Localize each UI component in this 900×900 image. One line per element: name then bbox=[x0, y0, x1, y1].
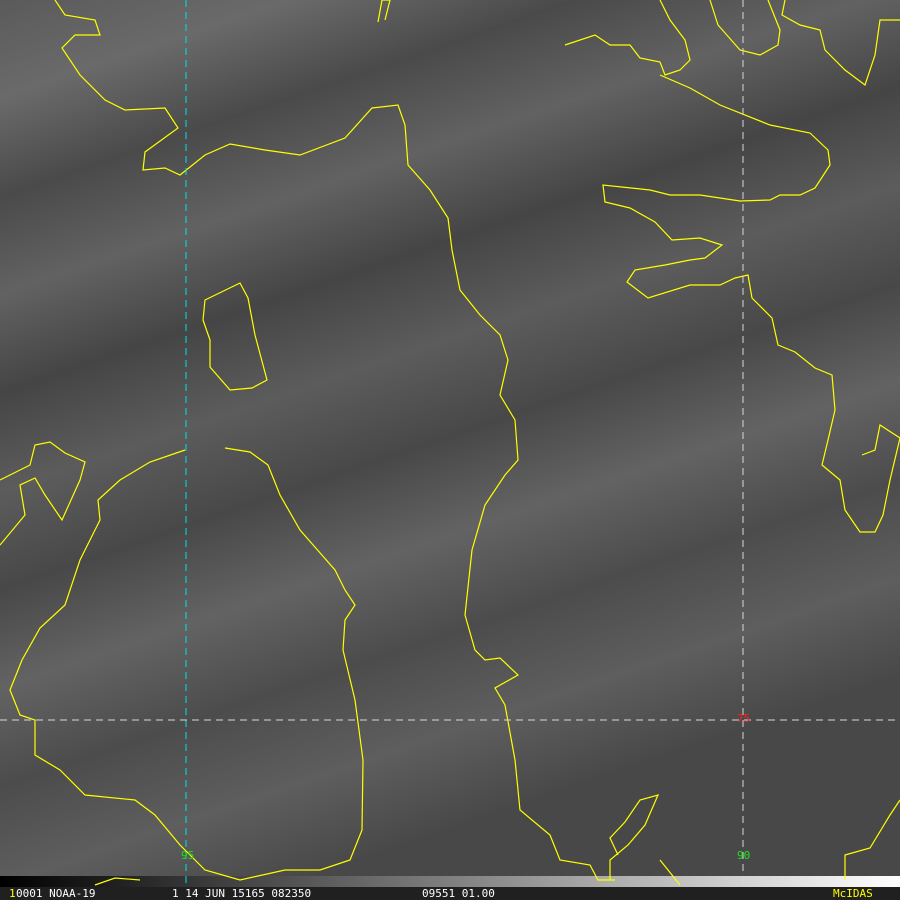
satellite-imagery bbox=[0, 0, 900, 887]
grayscale-bar bbox=[0, 876, 900, 887]
satellite-info: 0001 NOAA-19 bbox=[16, 887, 96, 900]
frame-number: 1 bbox=[9, 887, 16, 900]
mcidas-brand: McIDAS bbox=[833, 887, 873, 900]
image-background bbox=[0, 0, 900, 876]
date-time-info: 1 14 JUN 15165 082350 bbox=[172, 887, 312, 900]
longitude-label-95: 95 bbox=[181, 849, 195, 862]
satellite-image-view[interactable]: 95 90 75 1 0001 NOAA-19 1 14 JUN 15165 0… bbox=[0, 0, 900, 900]
band-resolution-info: 09551 01.00 bbox=[422, 887, 495, 900]
longitude-label-90: 90 bbox=[737, 849, 751, 862]
latitude-label-75: 75 bbox=[737, 712, 751, 725]
image-info-bar: 1 0001 NOAA-19 1 14 JUN 15165 082350 095… bbox=[0, 887, 900, 900]
